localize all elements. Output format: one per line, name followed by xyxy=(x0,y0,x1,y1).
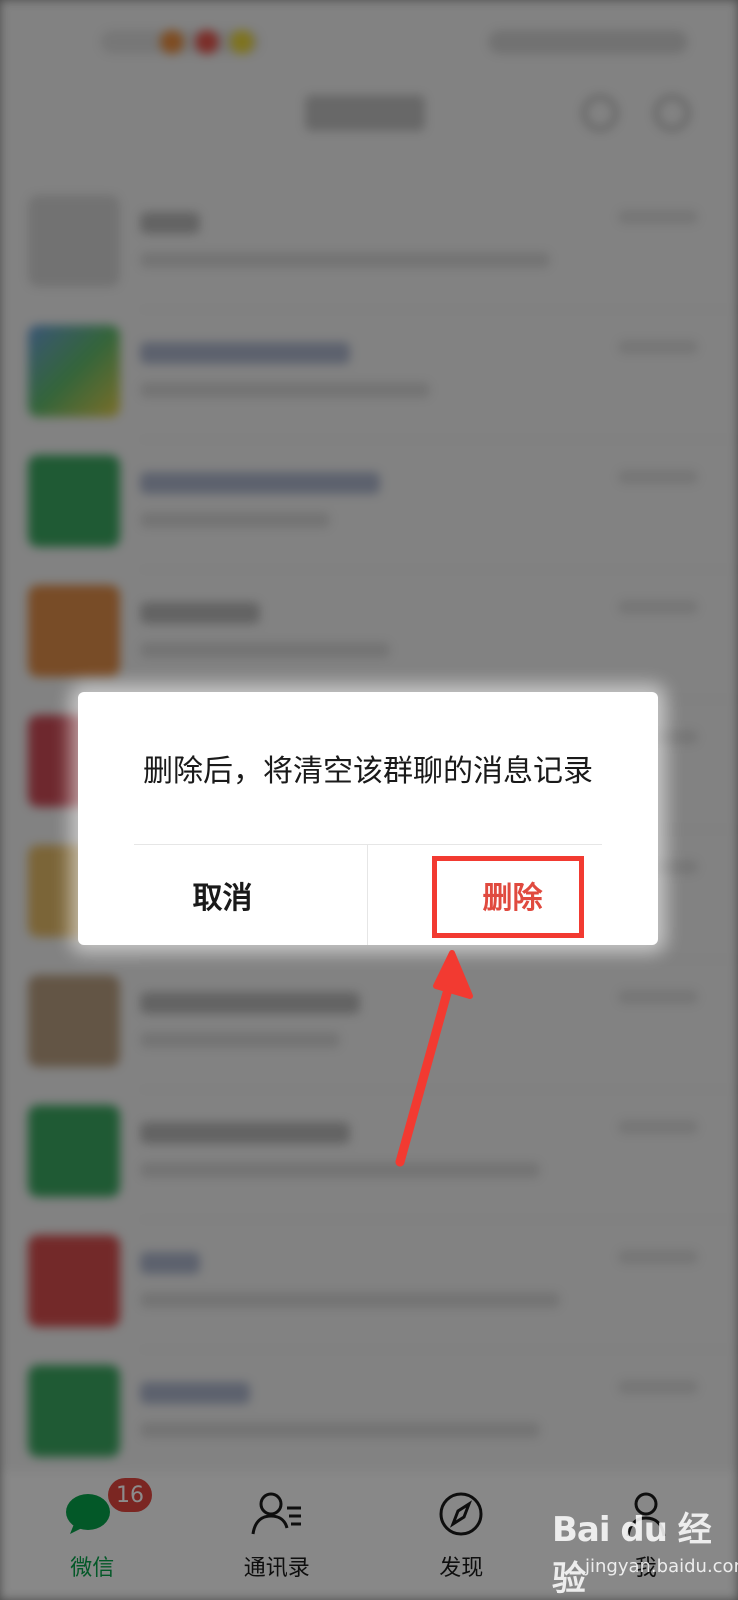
cancel-button[interactable]: 取消 xyxy=(78,845,367,945)
watermark-brand: Bai du 经验 xyxy=(552,1510,712,1599)
annotation-highlight-box xyxy=(432,856,584,938)
watermark-url: jingyan.baidu.com xyxy=(585,1556,738,1577)
dialog-message: 删除后，将清空该群聊的消息记录 xyxy=(143,754,593,789)
